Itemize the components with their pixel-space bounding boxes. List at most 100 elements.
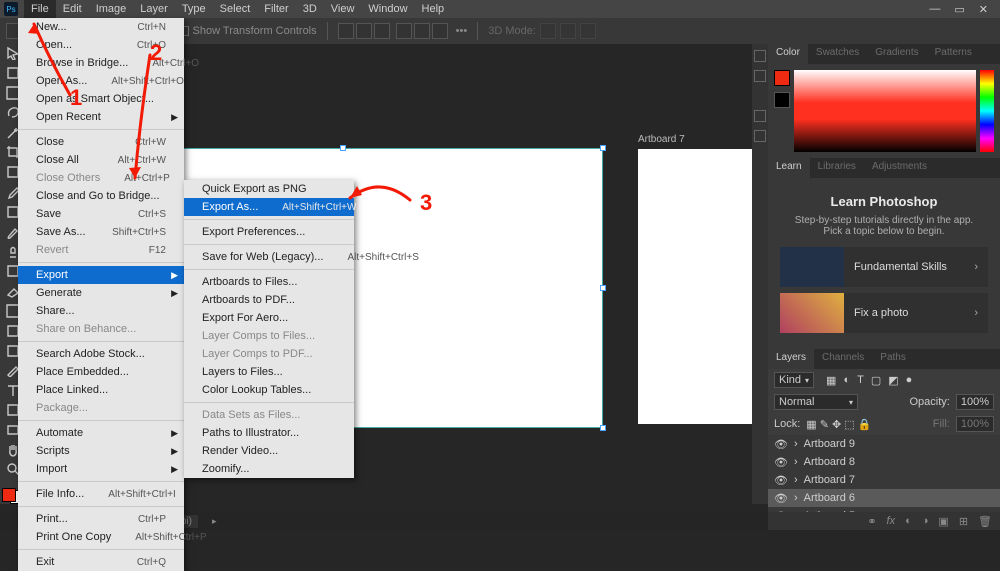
menu-item-export-as[interactable]: Export As...Alt+Shift+Ctrl+W <box>184 198 354 216</box>
align-icons[interactable]: ••• <box>338 23 468 39</box>
panel-icon[interactable] <box>754 130 766 142</box>
menu-item-zoomify[interactable]: Zoomify... <box>184 460 354 478</box>
color-panel[interactable] <box>768 64 1000 158</box>
menu-item-save-as[interactable]: Save As...Shift+Ctrl+S <box>18 223 184 241</box>
twirl-icon[interactable]: › <box>794 474 798 486</box>
menu-item-place-linked[interactable]: Place Linked... <box>18 381 184 399</box>
menu-item-close[interactable]: CloseCtrl+W <box>18 133 184 151</box>
minimize-icon[interactable]: — <box>929 3 940 16</box>
menu-item-open[interactable]: Open...Ctrl+O <box>18 36 184 54</box>
lesson-fix-photo[interactable]: Fix a photo › <box>780 293 988 333</box>
blend-mode-dropdown[interactable]: Normal▾ <box>774 394 858 410</box>
menu-item-exit[interactable]: ExitCtrl+Q <box>18 553 184 571</box>
menu-item-export[interactable]: Export▶ <box>18 266 184 284</box>
menu-item-open-recent[interactable]: Open Recent▶ <box>18 108 184 126</box>
layer-row[interactable]: 👁›Artboard 6 <box>768 489 1000 507</box>
menu-item-scripts[interactable]: Scripts▶ <box>18 442 184 460</box>
visibility-icon[interactable]: 👁 <box>774 438 788 451</box>
menu-item-file-info[interactable]: File Info...Alt+Shift+Ctrl+I <box>18 485 184 503</box>
restore-icon[interactable]: ▭ <box>954 3 964 16</box>
menu-help[interactable]: Help <box>415 0 452 18</box>
menu-type[interactable]: Type <box>175 0 213 18</box>
lesson-label: Fundamental Skills <box>844 261 974 273</box>
menu-item-browse-in-bridge[interactable]: Browse in Bridge...Alt+Ctrl+O <box>18 54 184 72</box>
menu-image[interactable]: Image <box>89 0 134 18</box>
menu-filter[interactable]: Filter <box>257 0 295 18</box>
menu-window[interactable]: Window <box>361 0 414 18</box>
tab-swatches[interactable]: Swatches <box>808 44 867 64</box>
menu-item-search-adobe-stock[interactable]: Search Adobe Stock... <box>18 345 184 363</box>
menu-item-generate[interactable]: Generate▶ <box>18 284 184 302</box>
color-spectrum[interactable] <box>794 70 976 152</box>
menu-item-artboards-to-pdf[interactable]: Artboards to PDF... <box>184 291 354 309</box>
mask-icon[interactable]: ◐ <box>905 515 912 527</box>
trash-icon[interactable]: 🗑 <box>978 515 992 528</box>
menu-edit[interactable]: Edit <box>56 0 89 18</box>
visibility-icon[interactable]: 👁 <box>774 456 788 469</box>
menu-item-print-one-copy[interactable]: Print One CopyAlt+Shift+Ctrl+P <box>18 528 184 546</box>
menu-item-new[interactable]: New...Ctrl+N <box>18 18 184 36</box>
menu-item-close-all[interactable]: Close AllAlt+Ctrl+W <box>18 151 184 169</box>
menu-item-close-and-go-to-bridge[interactable]: Close and Go to Bridge...Shift+Ctrl+W <box>18 187 184 205</box>
menu-item-render-video[interactable]: Render Video... <box>184 442 354 460</box>
menu-item-export-preferences[interactable]: Export Preferences... <box>184 223 354 241</box>
menu-item-automate[interactable]: Automate▶ <box>18 424 184 442</box>
visibility-icon[interactable]: 👁 <box>774 492 788 505</box>
menu-item-import[interactable]: Import▶ <box>18 460 184 478</box>
foreground-swatch[interactable] <box>774 70 790 86</box>
menu-view[interactable]: View <box>324 0 362 18</box>
menu-item-color-lookup-tables[interactable]: Color Lookup Tables... <box>184 381 354 399</box>
artboard-7[interactable] <box>638 149 758 424</box>
tab-color[interactable]: Color <box>768 44 808 64</box>
tab-learn[interactable]: Learn <box>768 158 810 178</box>
tab-channels[interactable]: Channels <box>814 349 872 369</box>
menu-item-save[interactable]: SaveCtrl+S <box>18 205 184 223</box>
twirl-icon[interactable]: › <box>794 456 798 468</box>
menu-layer[interactable]: Layer <box>133 0 175 18</box>
panel-icon[interactable] <box>754 70 766 82</box>
layer-row[interactable]: 👁›Artboard 9 <box>768 435 1000 453</box>
visibility-icon[interactable]: 👁 <box>774 474 788 487</box>
menu-item-artboards-to-files[interactable]: Artboards to Files... <box>184 273 354 291</box>
menu-item-share[interactable]: Share... <box>18 302 184 320</box>
panel-icon[interactable] <box>754 50 766 62</box>
right-mini-dock[interactable] <box>752 44 768 504</box>
background-swatch[interactable] <box>774 92 790 108</box>
fx-icon[interactable]: fx <box>887 515 896 527</box>
menu-select[interactable]: Select <box>213 0 258 18</box>
menu-item-place-embedded[interactable]: Place Embedded... <box>18 363 184 381</box>
layer-row[interactable]: 👁›Artboard 7 <box>768 471 1000 489</box>
lesson-fundamental-skills[interactable]: Fundamental Skills › <box>780 247 988 287</box>
link-icon[interactable]: ⚭ <box>867 515 876 528</box>
adjustment-icon[interactable]: ◑ <box>922 515 929 527</box>
opacity-value[interactable]: 100% <box>956 394 994 410</box>
menu-item-paths-to-illustrator[interactable]: Paths to Illustrator... <box>184 424 354 442</box>
menu-item-layers-to-files[interactable]: Layers to Files... <box>184 363 354 381</box>
menu-item-export-for-aero[interactable]: Export For Aero... <box>184 309 354 327</box>
lock-icons[interactable]: ▦ ✎ ✥ ⬚ 🔒 <box>806 418 871 431</box>
close-icon[interactable]: ✕ <box>979 3 988 16</box>
menu-file[interactable]: File <box>24 0 56 18</box>
filter-icons[interactable]: ▦◐T▢◩● <box>826 374 912 387</box>
menu-item-print[interactable]: Print...Ctrl+P <box>18 510 184 528</box>
menu-item-open-as[interactable]: Open As...Alt+Shift+Ctrl+O <box>18 72 184 90</box>
tab-adjustments[interactable]: Adjustments <box>864 158 935 178</box>
fill-value[interactable]: 100% <box>956 416 994 432</box>
layer-row[interactable]: 👁›Artboard 8 <box>768 453 1000 471</box>
menu-item-quick-export-as-png[interactable]: Quick Export as PNG <box>184 180 354 198</box>
tab-layers[interactable]: Layers <box>768 349 814 369</box>
twirl-icon[interactable]: › <box>794 492 798 504</box>
tab-libraries[interactable]: Libraries <box>810 158 864 178</box>
menu-3d[interactable]: 3D <box>296 0 324 18</box>
panel-icon[interactable] <box>754 110 766 122</box>
twirl-icon[interactable]: › <box>794 438 798 450</box>
tab-gradients[interactable]: Gradients <box>867 44 926 64</box>
new-layer-icon[interactable]: ⊞ <box>959 515 968 528</box>
menu-item-open-as-smart-object[interactable]: Open as Smart Object... <box>18 90 184 108</box>
hue-slider[interactable] <box>980 70 994 152</box>
group-icon[interactable]: ▣ <box>938 515 948 528</box>
tab-patterns[interactable]: Patterns <box>927 44 980 64</box>
menu-item-save-for-web-legacy[interactable]: Save for Web (Legacy)...Alt+Shift+Ctrl+S <box>184 248 354 266</box>
tab-paths[interactable]: Paths <box>872 349 914 369</box>
filter-kind-dropdown[interactable]: Kind ▾ <box>774 372 814 388</box>
